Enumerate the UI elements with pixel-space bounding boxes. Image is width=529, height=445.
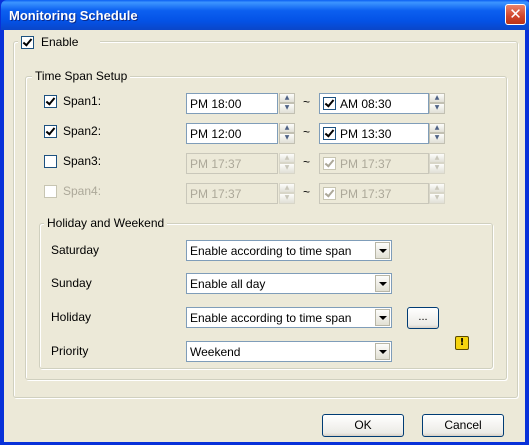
span3-start-spinner: ▲ ▼: [279, 153, 295, 174]
chevron-down-icon[interactable]: [375, 242, 390, 259]
span2-start-time[interactable]: PM 12:00: [186, 123, 278, 144]
span4-start-time: PM 17:37: [186, 183, 278, 204]
spin-down-icon: ▼: [279, 163, 295, 174]
span3-end-time: PM 17:37: [319, 153, 429, 174]
spin-up-icon[interactable]: ▲: [429, 93, 445, 103]
span4-checkbox: [44, 185, 57, 198]
span1-end-spinner[interactable]: ▲ ▼: [429, 93, 445, 114]
chevron-down-icon[interactable]: [375, 275, 390, 292]
span2-end-time[interactable]: PM 13:30: [319, 123, 429, 144]
spin-up-icon[interactable]: ▲: [279, 93, 295, 103]
span3-separator: ~: [303, 155, 311, 169]
span4-separator: ~: [303, 185, 311, 199]
span1-end-checkbox[interactable]: [323, 97, 336, 110]
holiday-label: Holiday: [51, 310, 92, 324]
span3-label[interactable]: Span3:: [63, 154, 101, 168]
span2-separator: ~: [303, 125, 311, 139]
close-button[interactable]: ✕: [505, 4, 526, 25]
span2-checkbox[interactable]: [44, 125, 57, 138]
time-span-title: Time Span Setup: [32, 69, 131, 83]
span1-start-time[interactable]: PM 18:00: [186, 93, 278, 114]
holiday-browse-button[interactable]: ...: [407, 307, 439, 329]
span3-checkbox[interactable]: [44, 155, 57, 168]
holiday-select-value: Enable according to time span: [190, 311, 352, 325]
saturday-select[interactable]: Enable according to time span: [186, 240, 392, 261]
window-title: Monitoring Schedule: [9, 8, 138, 23]
title-bar[interactable]: Monitoring Schedule ✕: [1, 0, 529, 30]
spin-down-icon[interactable]: ▼: [279, 133, 295, 144]
span1-start-value: PM 18:00: [190, 97, 242, 111]
spin-up-icon[interactable]: ▲: [429, 123, 445, 133]
span4-end-time: PM 17:37: [319, 183, 429, 204]
spin-down-icon: ▼: [279, 193, 295, 204]
spin-down-icon: ▼: [429, 193, 445, 204]
span4-label: Span4:: [63, 184, 102, 198]
span2-label[interactable]: Span2:: [63, 124, 101, 138]
dialog-window: Monitoring Schedule ✕ Enable Time Span S…: [0, 0, 529, 445]
holiday-weekend-title: Holiday and Weekend: [44, 216, 168, 230]
spin-down-icon: ▼: [429, 163, 445, 174]
priority-select[interactable]: Weekend: [186, 341, 392, 362]
dialog-body: Enable Time Span Setup Span1: PM 18:00 ▲…: [4, 30, 525, 442]
ok-button[interactable]: OK: [322, 414, 404, 437]
spin-down-icon[interactable]: ▼: [279, 103, 295, 114]
chevron-down-icon[interactable]: [375, 309, 390, 326]
span4-start-value: PM 17:37: [190, 187, 242, 201]
span1-checkbox[interactable]: [44, 95, 57, 108]
span3-end-spinner: ▲ ▼: [429, 153, 445, 174]
span1-start-spinner[interactable]: ▲ ▼: [279, 93, 295, 114]
span2-end-spinner[interactable]: ▲ ▼: [429, 123, 445, 144]
saturday-select-value: Enable according to time span: [190, 244, 352, 258]
span1-label[interactable]: Span1:: [63, 94, 101, 108]
spin-up-icon: ▲: [279, 153, 295, 163]
priority-label: Priority: [51, 344, 89, 358]
span1-end-value: AM 08:30: [340, 97, 392, 111]
holiday-select[interactable]: Enable according to time span: [186, 307, 392, 328]
enable-group-header: Enable: [18, 34, 100, 50]
span2-end-checkbox[interactable]: [323, 127, 336, 140]
spin-up-icon: ▲: [429, 183, 445, 193]
span3-start-value: PM 17:37: [190, 157, 242, 171]
spin-up-icon: ▲: [429, 153, 445, 163]
warning-icon: !: [455, 336, 469, 350]
span1-separator: ~: [303, 95, 311, 109]
span4-end-spinner: ▲ ▼: [429, 183, 445, 204]
span2-start-value: PM 12:00: [190, 127, 242, 141]
span4-end-checkbox: [323, 187, 336, 200]
spin-up-icon[interactable]: ▲: [279, 123, 295, 133]
span3-start-time: PM 17:37: [186, 153, 278, 174]
sunday-select[interactable]: Enable all day: [186, 273, 392, 294]
span3-end-value: PM 17:37: [340, 157, 392, 171]
enable-label[interactable]: Enable: [41, 35, 78, 49]
spin-up-icon: ▲: [279, 183, 295, 193]
cancel-button[interactable]: Cancel: [422, 414, 504, 437]
span4-end-value: PM 17:37: [340, 187, 392, 201]
enable-checkbox[interactable]: [21, 36, 34, 49]
span1-end-time[interactable]: AM 08:30: [319, 93, 429, 114]
sunday-label: Sunday: [51, 276, 92, 290]
spin-down-icon[interactable]: ▼: [429, 103, 445, 114]
chevron-down-icon[interactable]: [375, 343, 390, 360]
sunday-select-value: Enable all day: [190, 277, 266, 291]
span2-end-value: PM 13:30: [340, 127, 392, 141]
span2-start-spinner[interactable]: ▲ ▼: [279, 123, 295, 144]
priority-select-value: Weekend: [190, 345, 241, 359]
saturday-label: Saturday: [51, 243, 100, 257]
spin-down-icon[interactable]: ▼: [429, 133, 445, 144]
span4-start-spinner: ▲ ▼: [279, 183, 295, 204]
span3-end-checkbox: [323, 157, 336, 170]
